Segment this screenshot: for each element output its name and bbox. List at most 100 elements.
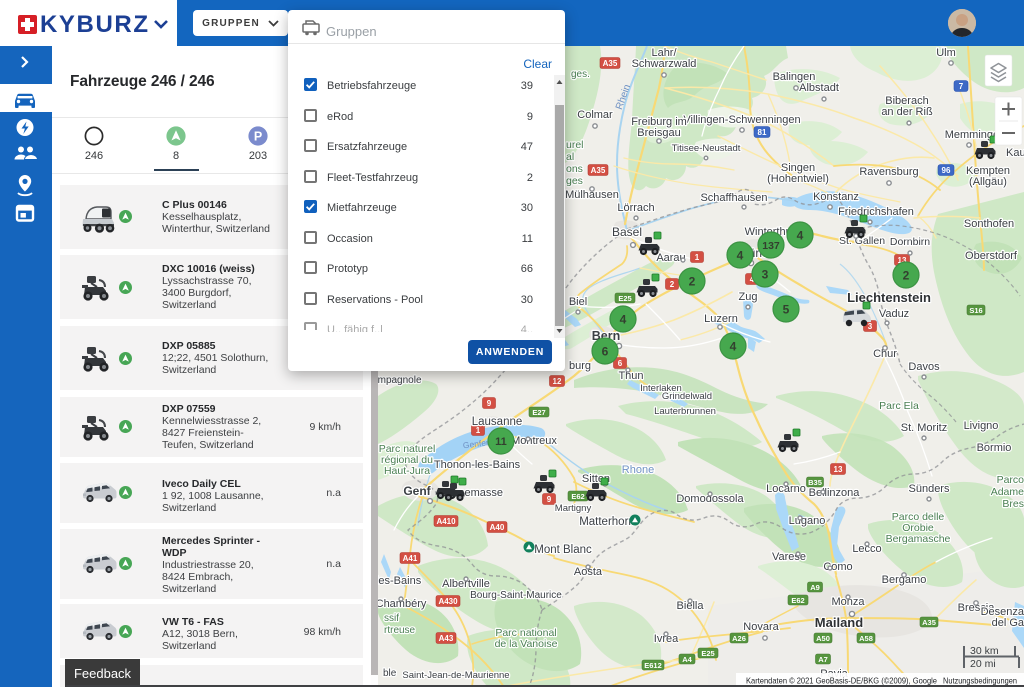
svg-text:St. Moritz: St. Moritz: [901, 422, 947, 434]
svg-text:Lausanne: Lausanne: [472, 416, 523, 428]
svg-text:A35: A35: [922, 618, 936, 627]
svg-text:del Ga: del Ga: [992, 617, 1024, 629]
svg-text:Kaufbeuren: Kaufbeuren: [1006, 147, 1024, 159]
svg-text:4: 4: [620, 312, 627, 326]
svg-text:A41: A41: [403, 554, 418, 563]
svg-text:20 mi: 20 mi: [970, 658, 996, 670]
svg-text:(Allgäu): (Allgäu): [969, 176, 1007, 188]
svg-text:Ravensburg: Ravensburg: [859, 166, 918, 178]
svg-text:11: 11: [495, 436, 507, 448]
svg-text:3: 3: [762, 267, 769, 281]
svg-text:Colmar: Colmar: [577, 109, 613, 121]
svg-text:Livigno: Livigno: [964, 420, 999, 432]
svg-text:burg: burg: [569, 360, 591, 372]
svg-text:E25: E25: [618, 294, 631, 303]
svg-text:Genf: Genf: [403, 484, 431, 498]
svg-text:Bres: Bres: [1002, 498, 1024, 510]
svg-text:de la Vanoise: de la Vanoise: [495, 638, 558, 650]
svg-text:Ulm: Ulm: [936, 47, 956, 59]
svg-text:KYBURZ: KYBURZ: [40, 11, 150, 38]
svg-text:Thun: Thun: [618, 370, 643, 382]
svg-text:Albstadt: Albstadt: [799, 82, 839, 94]
svg-text:Martigny: Martigny: [555, 503, 592, 514]
svg-text:A50: A50: [816, 634, 830, 643]
svg-text:6: 6: [618, 359, 623, 368]
svg-text:81: 81: [758, 128, 767, 137]
svg-text:an der Riß: an der Riß: [881, 106, 933, 118]
svg-text:ssif: ssif: [384, 613, 399, 624]
svg-text:S16: S16: [969, 306, 982, 315]
svg-text:E62: E62: [791, 596, 804, 605]
svg-text:Luzern: Luzern: [704, 313, 738, 325]
svg-text:Parco: Parco: [997, 474, 1024, 486]
svg-text:Friedrichshafen: Friedrichshafen: [838, 206, 914, 218]
svg-text:Basel: Basel: [612, 225, 642, 239]
svg-text:al: al: [566, 151, 574, 163]
svg-text:7: 7: [959, 82, 964, 91]
svg-text:Davos: Davos: [908, 361, 940, 373]
svg-text:urel: urel: [566, 139, 584, 151]
svg-text:Novara: Novara: [743, 621, 779, 633]
svg-text:Bellinzona: Bellinzona: [809, 487, 861, 499]
svg-text:Mont Blanc: Mont Blanc: [534, 544, 592, 556]
svg-text:6: 6: [602, 344, 609, 358]
svg-text:A26: A26: [732, 634, 746, 643]
svg-text:Liechtenstein: Liechtenstein: [847, 290, 931, 305]
svg-text:9: 9: [547, 495, 552, 504]
svg-text:Villingen-Schwenningen: Villingen-Schwenningen: [683, 114, 800, 126]
svg-text:13: 13: [834, 465, 843, 474]
svg-text:E62: E62: [571, 492, 584, 501]
svg-text:ges: ges: [566, 175, 583, 187]
svg-text:Parc Ela: Parc Ela: [879, 400, 919, 412]
svg-text:Titisee-Neustadt: Titisee-Neustadt: [672, 143, 741, 154]
svg-text:Sonthofen: Sonthofen: [964, 218, 1014, 230]
svg-text:137: 137: [762, 240, 780, 252]
svg-text:4: 4: [730, 339, 737, 353]
svg-text:Grindelwald: Grindelwald: [662, 391, 712, 402]
svg-text:A430: A430: [438, 597, 458, 606]
svg-text:2: 2: [903, 268, 910, 282]
svg-text:2: 2: [670, 280, 675, 289]
svg-text:Varese: Varese: [772, 551, 806, 563]
svg-text:Schaffhausen: Schaffhausen: [700, 192, 767, 204]
svg-text:Lauterbrunnen: Lauterbrunnen: [654, 406, 716, 417]
svg-text:9: 9: [487, 399, 492, 408]
svg-text:Haut-Jura: Haut-Jura: [384, 465, 430, 477]
svg-text:Matterhorn: Matterhorn: [579, 516, 635, 528]
svg-text:Biel: Biel: [569, 296, 587, 308]
svg-text:Adame: Adame: [991, 486, 1024, 498]
svg-text:4: 4: [797, 228, 804, 242]
svg-text:Konstanz: Konstanz: [813, 191, 859, 203]
svg-text:x-les-Bains: x-les-Bains: [378, 575, 422, 587]
svg-text:A58: A58: [859, 634, 873, 643]
svg-text:Lörrach: Lörrach: [617, 202, 654, 214]
svg-text:Vaduz: Vaduz: [879, 308, 909, 320]
svg-text:2: 2: [689, 274, 696, 288]
svg-text:Bormio: Bormio: [977, 442, 1012, 454]
svg-text:Bourg-Saint-Maurice: Bourg-Saint-Maurice: [470, 590, 562, 601]
svg-text:A9: A9: [810, 583, 820, 592]
svg-text:3: 3: [868, 322, 873, 331]
svg-text:E25: E25: [701, 649, 714, 658]
svg-text:Breisgau: Breisgau: [637, 127, 680, 139]
svg-text:Oberstdorf: Oberstdorf: [965, 250, 1018, 262]
svg-text:Saint-Jean-de-Maurienne: Saint-Jean-de-Maurienne: [402, 670, 509, 681]
svg-text:A35: A35: [603, 59, 618, 68]
svg-text:Lugano: Lugano: [789, 515, 826, 527]
svg-text:(Hohentwiel): (Hohentwiel): [767, 173, 829, 185]
svg-text:Sünders: Sünders: [909, 483, 950, 495]
svg-text:1: 1: [695, 253, 700, 262]
svg-text:E612: E612: [644, 661, 662, 670]
svg-text:A4: A4: [682, 655, 692, 664]
svg-text:Mailand: Mailand: [815, 615, 863, 630]
svg-text:Thonon-les-Bains: Thonon-les-Bains: [434, 459, 521, 471]
svg-text:Bergamasche: Bergamasche: [886, 533, 951, 545]
svg-text:12: 12: [553, 377, 562, 386]
svg-text:4: 4: [737, 248, 744, 262]
svg-text:A40: A40: [490, 523, 505, 532]
svg-text:96: 96: [942, 166, 951, 175]
svg-text:ons: ons: [566, 163, 583, 175]
svg-text:B35: B35: [808, 478, 822, 487]
svg-text:ges.: ges.: [571, 69, 590, 80]
svg-text:30 km: 30 km: [970, 645, 999, 657]
